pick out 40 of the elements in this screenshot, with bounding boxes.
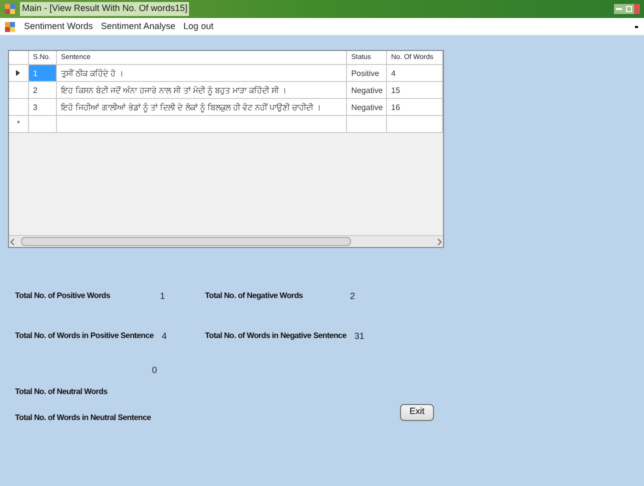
stat-value: 4 bbox=[162, 330, 167, 343]
stat-value: 0 bbox=[152, 364, 158, 377]
menu-item[interactable]: Sentiment Analyse bbox=[100, 20, 176, 34]
minimize-icon bbox=[616, 8, 622, 10]
table-cell: Positive bbox=[347, 65, 388, 81]
horizontal-scrollbar[interactable] bbox=[9, 235, 443, 247]
minimize-button[interactable] bbox=[614, 4, 624, 14]
maximize-icon bbox=[626, 6, 632, 12]
window-title: Main - [View Result With No. Of words15] bbox=[20, 2, 190, 16]
table-cell: Negative bbox=[347, 82, 388, 98]
scroll-left-icon bbox=[9, 238, 17, 246]
table-cell: 16 bbox=[387, 99, 443, 115]
table-cell: ਇਹੋ ਜਿਹੀਆਂ ਗਾਲੀਆਂ ਭੇਡਾਂ ਨੂੰ ਤਾਂ ਦਿਲੀ ਦੇ ਲੋਕਾਂ ਨੂੰ ਬਿਲਕੁਲ ਹੀ ਵੋਟ ਨਹੀਂ ਪਾਉਣੀ ਚਾਹੀਦੀ । bbox=[56, 99, 348, 115]
table-cell: 3 bbox=[28, 99, 57, 115]
stat-label: Total No. of Positive Words bbox=[15, 290, 112, 302]
stat-label: Total No. of Neutral Words bbox=[15, 386, 108, 398]
stat-value: 2 bbox=[350, 290, 356, 303]
stat-value: 1 bbox=[160, 290, 166, 303]
table-cell: ਇਹ ਕਿਸਨ ਬੇਟੀ ਜਦੋਂ ਅੰਨਾ ਹਜਾਰੇ ਨਾਲ ਸੀ ਤਾਂ ਮੋਦੀ ਨੂੰ ਬਹੁਤ ਮਾੜਾ ਕਹਿੰਦੀ ਸੀ । bbox=[56, 82, 348, 98]
scroll-thumb[interactable] bbox=[21, 237, 351, 246]
stat-label: Total No. of Words in Neutral Sentence bbox=[15, 412, 152, 424]
menu-item[interactable]: Sentiment Words bbox=[24, 20, 93, 34]
menu-item[interactable]: Log out bbox=[183, 20, 214, 34]
exit-button[interactable]: Exit bbox=[400, 404, 434, 420]
close-button[interactable] bbox=[634, 4, 640, 14]
scroll-right-icon bbox=[435, 238, 443, 246]
table-cell: ਤੁਸੀਂ ਠੀਕ ਕਹਿੰਦੇ ਹੋ । bbox=[56, 65, 348, 81]
app-icon bbox=[4, 3, 16, 15]
table-cell: 4 bbox=[387, 65, 443, 81]
row-header[interactable]: * bbox=[9, 116, 29, 132]
table-cell: Negative bbox=[347, 99, 388, 115]
maximize-button[interactable] bbox=[624, 4, 634, 14]
table-cell: 1 bbox=[28, 65, 57, 81]
stat-value: 31 bbox=[354, 330, 364, 343]
stat-label: Total No. of Words in Negative Sentence bbox=[205, 330, 346, 342]
stat-label: Total No. of Negative Words bbox=[205, 290, 304, 302]
table-cell: 2 bbox=[28, 82, 57, 98]
stat-label: Total No. of Words in Positive Sentence bbox=[15, 330, 154, 342]
app-icon bbox=[4, 20, 16, 32]
table-cell: 15 bbox=[387, 82, 443, 98]
